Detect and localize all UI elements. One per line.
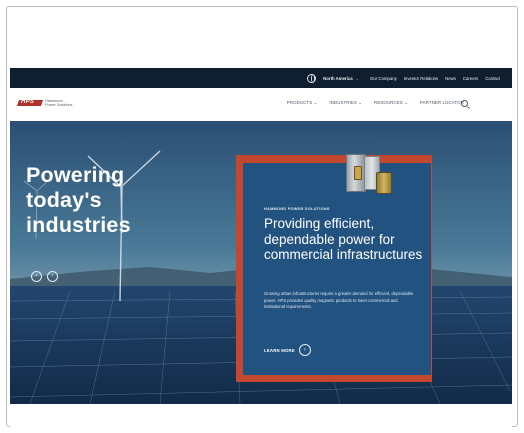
page-content-below (10, 404, 512, 427)
learn-more-link[interactable]: LEARN MORE › (264, 344, 311, 356)
utility-link-investor-relations[interactable]: Investor Relations (404, 76, 438, 81)
chevron-down-icon: ⌄ (355, 75, 359, 81)
nav-item-industries[interactable]: INDUSTRIES ⌄ (329, 100, 362, 106)
utility-link-news[interactable]: News (445, 76, 456, 81)
utility-link-careers[interactable]: Careers (463, 76, 478, 81)
utility-bar: North America ⌄ Our Company Investor Rel… (10, 68, 512, 88)
utility-link-our-company[interactable]: Our Company (370, 76, 397, 81)
product-image (346, 152, 394, 198)
arrow-right-icon: › (298, 344, 311, 356)
utility-link-contact[interactable]: Contact (485, 76, 500, 81)
logo-mark: HPS (16, 97, 44, 109)
brand-logo[interactable]: HPS Hammond Power Solutions (16, 97, 73, 109)
carousel-next-button[interactable]: › (47, 271, 58, 282)
carousel-prev-button[interactable]: ‹ (31, 271, 42, 282)
card-body: Growing urban infrastructures require a … (264, 291, 414, 310)
learn-more-label: LEARN MORE (264, 347, 295, 353)
card-eyebrow: HAMMOND POWER SOLUTIONS (264, 207, 330, 211)
logo-wordmark: Hammond Power Solutions (45, 98, 73, 107)
nav-item-partner-locator[interactable]: PARTNER LOCATOR (420, 100, 464, 106)
hero-headline: Powering today's industries (26, 163, 131, 237)
search-icon[interactable] (461, 100, 468, 107)
region-selector[interactable]: North America (323, 76, 352, 81)
card-heading: Providing efficient, dependable power fo… (264, 216, 423, 262)
globe-icon[interactable] (307, 73, 317, 83)
nav-item-products[interactable]: PRODUCTS ⌄ (287, 100, 318, 106)
nav-item-resources[interactable]: RESOURCES ⌄ (374, 100, 408, 106)
main-navigation: HPS Hammond Power Solutions PRODUCTS ⌄ I… (10, 88, 512, 121)
nav-menu: PRODUCTS ⌄ INDUSTRIES ⌄ RESOURCES ⌄ PART… (287, 100, 464, 106)
